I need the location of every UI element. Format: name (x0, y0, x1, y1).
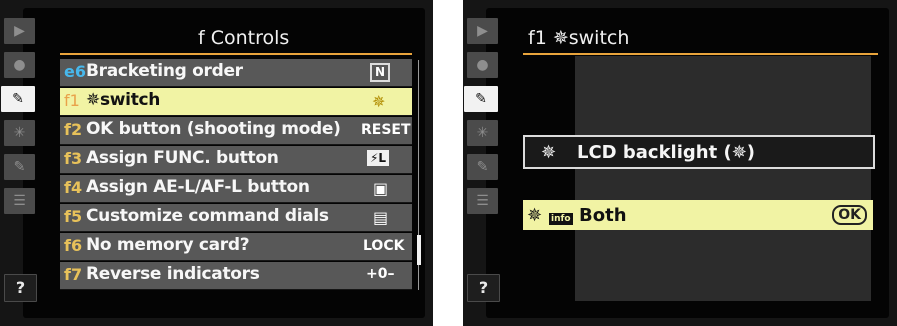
menu-row-f5[interactable]: f5 Customize command dials ▤ (60, 204, 412, 232)
menu-row-f4[interactable]: f4 Assign AE-L/AF-L button ▣ (60, 175, 412, 203)
pencil-icon[interactable]: ✎ (1, 86, 35, 112)
help-icon[interactable]: ? (4, 274, 37, 302)
title-divider (60, 53, 412, 55)
wrench-icon[interactable]: ✳ (467, 120, 498, 146)
command-dial-icon: ▤ (373, 208, 389, 227)
shooting-tab-icon[interactable]: ● (4, 52, 35, 78)
row-code: f5 (64, 207, 83, 226)
row-code: f7 (64, 265, 83, 284)
backlight-icon: ✵ (372, 92, 386, 111)
row-label: OK button (shooting mode) (86, 119, 341, 139)
row-code: f1 (64, 91, 80, 110)
row-code: f4 (64, 178, 83, 197)
row-code: f6 (64, 236, 83, 255)
backlight-icon: ✵ (527, 205, 543, 226)
shooting-tab-icon[interactable]: ● (467, 52, 498, 78)
playback-tab-icon[interactable]: ▶ (4, 18, 35, 44)
row-label: Customize command dials (86, 206, 329, 226)
row-label: No memory card? (86, 235, 250, 255)
flash-lock-icon: ⚡L (367, 150, 390, 166)
option-label: Both (579, 205, 627, 226)
menu-row-f3[interactable]: f3 Assign FUNC. button ⚡L (60, 146, 412, 174)
row-value: +0– (366, 266, 395, 282)
option-label: LCD backlight (✵) (577, 142, 756, 163)
scrollbar-thumb[interactable] (417, 235, 421, 265)
row-code: f3 (64, 149, 83, 168)
row-code: f2 (64, 120, 83, 139)
info-icon: info (549, 213, 573, 225)
switch-submenu-screen: ▶ ● ✎ ✳ ✎ ☰ ? f1 ✵switch ✵ LCD backlight… (463, 0, 897, 326)
row-label: Reverse indicators (86, 264, 260, 284)
row-label: Assign AE-L/AF-L button (86, 177, 310, 197)
menu-title: f Controls (198, 27, 290, 49)
pencil-icon[interactable]: ✎ (464, 86, 498, 112)
menu-tab-rail: ▶ ● ✎ ✳ ✎ ☰ ? (1, 18, 37, 302)
backlight-icon: ✵ (541, 142, 557, 163)
row-value: N (370, 63, 391, 82)
row-value: RESET (361, 122, 411, 138)
row-label: Assign FUNC. button (86, 148, 279, 168)
title-divider (523, 53, 878, 55)
menu-row-f1[interactable]: f1 ✵switch ✵ (60, 88, 412, 116)
row-code: e6 (64, 62, 86, 81)
menu-row-f6[interactable]: f6 No memory card? LOCK (60, 233, 412, 261)
menu-row-f7[interactable]: f7 Reverse indicators +0– (60, 262, 412, 290)
submenu-title: f1 ✵switch (528, 27, 630, 49)
my-menu-icon[interactable]: ☰ (4, 188, 35, 214)
menu-row-e6[interactable]: e6 Bracketing order N (60, 59, 412, 87)
retouch-icon[interactable]: ✎ (467, 154, 498, 180)
menu-row-f2[interactable]: f2 OK button (shooting mode) RESET (60, 117, 412, 145)
custom-settings-menu-screen: ▶ ● ✎ ✳ ✎ ☰ ? f Controls e6 Bracketing o… (0, 0, 433, 326)
ae-af-lock-icon: ▣ (373, 179, 389, 198)
ok-button-icon[interactable]: OK (832, 205, 867, 225)
row-label: Bracketing order (86, 61, 243, 81)
my-menu-icon[interactable]: ☰ (467, 188, 498, 214)
playback-tab-icon[interactable]: ▶ (467, 18, 498, 44)
row-label: ✵switch (86, 90, 161, 110)
option-both[interactable]: ✵ info Both OK (523, 200, 873, 230)
option-lcd-backlight[interactable]: ✵ LCD backlight (✵) (523, 135, 875, 169)
help-icon[interactable]: ? (467, 274, 500, 302)
wrench-icon[interactable]: ✳ (4, 120, 35, 146)
retouch-icon[interactable]: ✎ (4, 154, 35, 180)
options-panel (575, 56, 871, 301)
menu-tab-rail: ▶ ● ✎ ✳ ✎ ☰ ? (464, 18, 500, 302)
row-value: LOCK (363, 238, 405, 254)
